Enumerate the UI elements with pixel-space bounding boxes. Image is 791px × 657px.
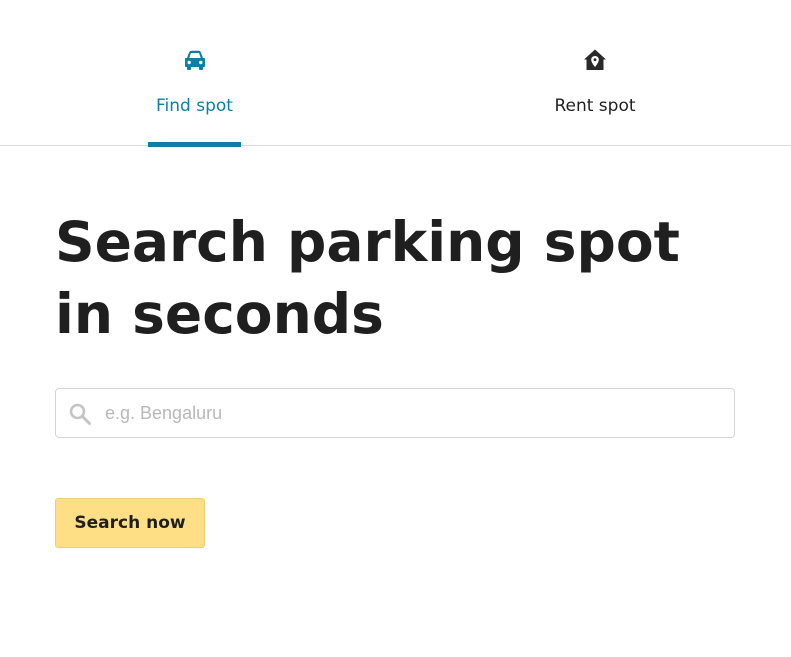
- search-now-button[interactable]: Search now: [55, 498, 205, 548]
- home-location-icon: [584, 49, 606, 70]
- car-icon: [184, 50, 205, 70]
- tab-rent-spot[interactable]: Rent spot: [548, 0, 642, 146]
- tab-find-spot-label: Find spot: [156, 96, 233, 116]
- page-title-line-1: Search parking spot: [55, 210, 680, 274]
- search-icon: [69, 403, 91, 425]
- tab-bar: Find spot Rent spot: [0, 0, 791, 147]
- active-tab-indicator: [148, 142, 241, 147]
- search-input[interactable]: [105, 389, 725, 437]
- page-title-line-2: in seconds: [55, 282, 384, 346]
- page-title: Search parking spot in seconds: [55, 206, 735, 350]
- tab-find-spot[interactable]: Find spot: [148, 0, 241, 147]
- search-field: [55, 388, 735, 438]
- tab-rent-spot-label: Rent spot: [554, 96, 636, 116]
